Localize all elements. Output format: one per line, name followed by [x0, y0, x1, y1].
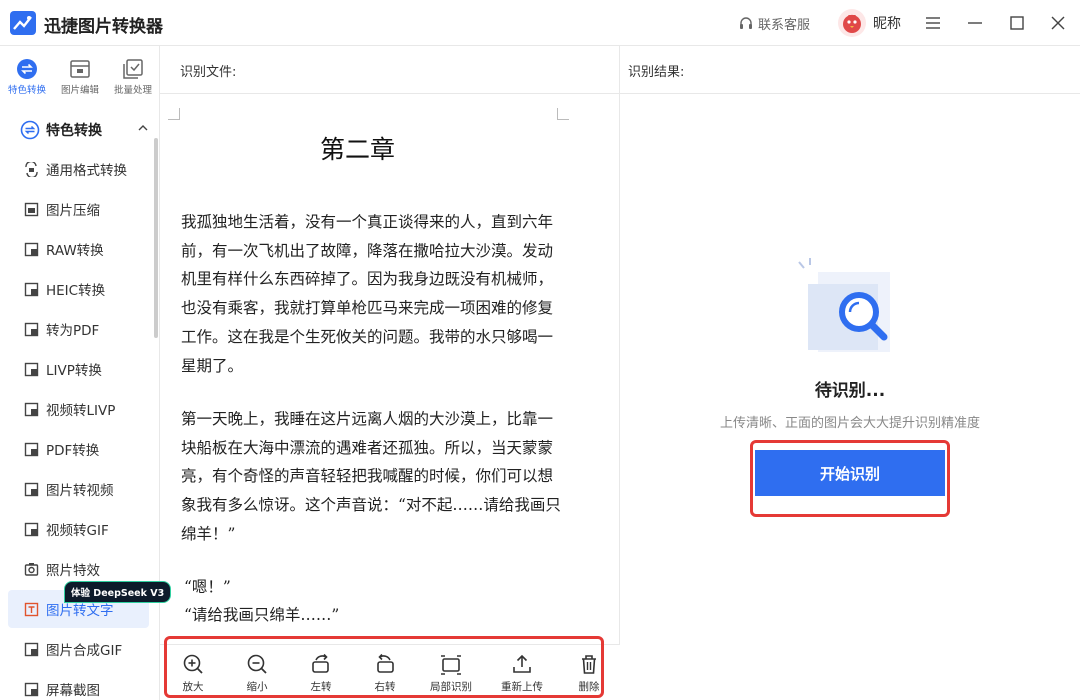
tab-special-convert[interactable]: 特色转换 [1, 52, 53, 100]
tab-label: 图片编辑 [60, 85, 99, 96]
section-header-special-convert[interactable]: 特色转换 [20, 116, 150, 144]
sidebar-item-label: RAW转换 [46, 243, 104, 259]
toolbar-highlight [164, 636, 604, 698]
avatar[interactable] [838, 9, 866, 37]
sidebar-item-label: 屏幕截图 [46, 683, 100, 699]
compress-icon [24, 202, 39, 216]
headset-icon [740, 16, 752, 29]
sidebar-item-pdf-convert[interactable]: PDF转换 [8, 430, 149, 468]
sidebar-item-label: PDF转换 [46, 443, 100, 459]
livp-icon [24, 362, 39, 376]
sidebar-item-label: 通用格式转换 [46, 163, 127, 179]
minimize-icon [968, 22, 982, 24]
tab-label: 特色转换 [7, 85, 46, 96]
sidebar-item-label: LIVP转换 [46, 363, 102, 379]
source-panel-header: 识别文件: [160, 46, 619, 94]
format-convert-icon [25, 161, 38, 177]
heic-icon [24, 282, 39, 296]
close-icon [1051, 16, 1065, 30]
batch-check-icon [123, 59, 143, 79]
crop-corner-mark [168, 108, 180, 120]
crop-corner-mark [557, 108, 569, 120]
app-logo-icon [10, 11, 36, 35]
sidebar-item-compress[interactable]: 图片压缩 [8, 190, 149, 228]
sidebar-item-label: 转为PDF [46, 323, 100, 339]
sidebar-item-heic[interactable]: HEIC转换 [8, 270, 149, 308]
menu-button[interactable] [922, 12, 944, 34]
sidebar-item-format-convert[interactable]: 通用格式转换 [8, 150, 149, 188]
sidebar-item-gif-compose[interactable]: 图片合成GIF [8, 630, 149, 668]
document-scrollbar[interactable] [604, 94, 618, 644]
image-video-icon [24, 482, 39, 496]
sidebar-item-label: HEIC转换 [46, 283, 106, 299]
document-paragraph: “请给我画只绵羊……” [184, 606, 340, 624]
minimize-button[interactable] [964, 12, 986, 34]
source-panel-title: 识别文件: [180, 65, 237, 80]
tab-label: 批量处理 [113, 85, 152, 96]
pending-search-illustration-icon [798, 258, 890, 352]
support-label: 联系客服 [758, 18, 811, 33]
source-panel: 识别文件: 第二章 我孤独地生活着，没有一个真正谈得来的人，直到六年前，有一次飞… [160, 46, 620, 700]
result-panel-header: 识别结果: [620, 46, 1080, 94]
sidebar-item-label: 照片特效 [46, 563, 100, 579]
swap-circle-icon [17, 59, 37, 79]
sidebar-item-screenshot[interactable]: 屏幕截图 [8, 670, 149, 700]
recognition-status: 待识别... [814, 381, 886, 401]
deepseek-badge[interactable]: 体验 DeepSeek V3 [64, 581, 172, 603]
gif-compose-icon [24, 642, 39, 656]
document-paragraph: 我孤独地生活着，没有一个真正谈得来的人，直到六年前，有一次飞机出了故障，降落在撒… [181, 213, 554, 375]
sidebar-scrollbar[interactable] [154, 138, 158, 338]
result-panel: 识别结果: 待识别... 上传清晰、正面的图片会大大提升识别精准度 开始识别 [620, 46, 1080, 700]
document-paragraph: 第一天晚上，我睡在这片远离人烟的大沙漠上，比靠一块船板在大海中漂流的遇难者还孤独… [181, 410, 561, 543]
sidebar-item-to-pdf[interactable]: 转为PDF [8, 310, 149, 348]
pdf-icon [24, 322, 39, 336]
close-button[interactable] [1047, 12, 1069, 34]
avatar-bird-icon [843, 14, 861, 33]
contact-support-link[interactable]: 联系客服 [738, 14, 810, 33]
ocr-icon [24, 602, 39, 616]
sidebar-item-image-to-video[interactable]: 图片转视频 [8, 470, 149, 508]
document-paragraph: “嗯！” [184, 578, 231, 596]
sidebar: 特色转换 图片编辑 批量处理 特色转换 通用格式转换 图片压缩 RAW转换 HE… [0, 46, 172, 700]
maximize-icon [1010, 16, 1024, 30]
tab-batch-process[interactable]: 批量处理 [107, 52, 159, 100]
video-livp-icon [24, 402, 39, 416]
sidebar-item-label: 图片压缩 [46, 203, 100, 219]
sidebar-item-label: 视频转GIF [46, 523, 109, 539]
upload-hint: 上传清晰、正面的图片会大大提升识别精准度 [719, 416, 980, 431]
app-title: 迅捷图片转换器 [44, 17, 163, 37]
image-edit-icon [70, 60, 90, 78]
sidebar-item-video-to-livp[interactable]: 视频转LIVP [8, 390, 149, 428]
section-label: 特色转换 [46, 123, 102, 139]
pdf-convert-icon [24, 442, 39, 456]
sidebar-item-raw[interactable]: RAW转换 [8, 230, 149, 268]
sidebar-item-label: 视频转LIVP [46, 403, 116, 419]
hamburger-icon [926, 17, 940, 29]
sidebar-item-label: 图片转视频 [46, 483, 114, 499]
top-tabs: 特色转换 图片编辑 批量处理 [0, 46, 160, 102]
photo-effect-icon [24, 562, 39, 576]
sidebar-item-livp[interactable]: LIVP转换 [8, 350, 149, 388]
document-title: 第二章 [319, 135, 395, 164]
title-bar: 迅捷图片转换器 联系客服 昵称 [0, 0, 1080, 46]
screenshot-icon [24, 682, 39, 696]
sidebar-item-label: 图片合成GIF [46, 643, 123, 659]
nickname[interactable]: 昵称 [873, 13, 901, 33]
chevron-up-icon [138, 125, 148, 131]
video-gif-icon [24, 522, 39, 536]
result-panel-title: 识别结果: [628, 65, 685, 80]
sidebar-item-video-to-gif[interactable]: 视频转GIF [8, 510, 149, 548]
maximize-button[interactable] [1006, 12, 1028, 34]
document-preview[interactable]: 第二章 我孤独地生活着，没有一个真正谈得来的人，直到六年前，有一次飞机出了故障，… [160, 94, 600, 644]
raw-icon [24, 242, 39, 256]
start-button-highlight [750, 440, 950, 517]
tab-image-edit[interactable]: 图片编辑 [54, 52, 106, 100]
swap-circle-outline-icon [20, 120, 40, 140]
